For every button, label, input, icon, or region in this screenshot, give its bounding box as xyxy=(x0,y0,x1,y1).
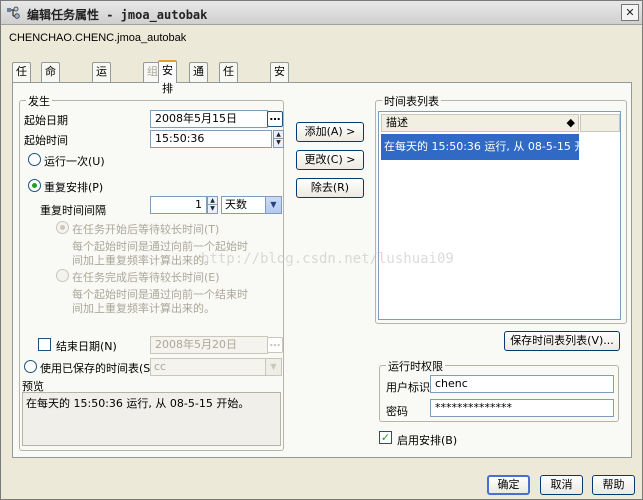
repeat-interval-spinner[interactable]: ▲ ▼ xyxy=(207,196,218,214)
saved-schedule-select[interactable]: cc ▼ xyxy=(150,358,282,376)
end-date-label[interactable]: 结束日期(N) xyxy=(56,338,117,354)
column-header-label: 描述 xyxy=(386,116,408,129)
schedule-list-legend: 时间表列表 xyxy=(382,93,441,109)
wait-after-start-label[interactable]: 在任务开始后等待较长时间(T) xyxy=(72,221,219,237)
run-once-radio[interactable] xyxy=(28,153,41,166)
tab-command-script[interactable]: 命令脚本 xyxy=(41,62,60,132)
start-date-label: 起始日期 xyxy=(24,114,68,127)
user-id-field[interactable]: chenc xyxy=(430,375,614,393)
schedule-list-group: 时间表列表 描述 ◆ 在每天的 15:50:36 运行, 从 08-5-15 开… xyxy=(375,93,627,324)
wait-after-start-desc-line2: 间加上重复频率计算出来的。 xyxy=(72,254,215,267)
start-date-picker-button[interactable]: … xyxy=(267,111,283,127)
spin-up-icon[interactable]: ▲ xyxy=(274,131,283,139)
edit-job-properties-dialog: 编辑任务属性 - jmoa_autobak ✕ CHENCHAO.CHENC.j… xyxy=(0,0,643,500)
chevron-down-icon[interactable]: ▼ xyxy=(265,359,281,375)
password-field[interactable]: ************** xyxy=(430,399,614,417)
wait-after-end-label[interactable]: 在任务完成后等待较长时间(E) xyxy=(72,269,220,285)
schedule-listbox[interactable]: 描述 ◆ 在每天的 15:50:36 运行, 从 08-5-15 开始。 xyxy=(378,111,621,320)
wait-after-end-radio[interactable] xyxy=(56,269,69,282)
job-object-name: CHENCHAO.CHENC.jmoa_autobak xyxy=(9,32,187,44)
job-app-icon xyxy=(7,6,20,19)
tab-security[interactable]: 安全性 xyxy=(270,62,289,114)
tab-schedule[interactable]: 安排 xyxy=(158,60,177,95)
column-header-filler xyxy=(580,114,620,132)
password-label: 密码 xyxy=(386,405,408,418)
save-schedule-list-button[interactable]: 保存时间表列表(V)... xyxy=(504,331,620,351)
wait-after-start-radio[interactable] xyxy=(56,221,69,234)
use-saved-schedule-radio[interactable] xyxy=(24,360,37,373)
spin-down-icon[interactable]: ▼ xyxy=(274,139,283,147)
spin-down-icon[interactable]: ▼ xyxy=(208,205,217,213)
end-date-picker-button[interactable]: … xyxy=(267,337,283,353)
enable-schedule-label[interactable]: 启用安排(B) xyxy=(397,432,457,448)
repeat-unit-value: 天数 xyxy=(225,198,247,211)
watermark-text: http://blog.csdn.net/lushuai09 xyxy=(201,251,454,267)
run-once-label[interactable]: 运行一次(U) xyxy=(44,153,105,169)
start-time-field[interactable]: 15:50:36 xyxy=(150,130,272,148)
wait-after-end-desc-line2: 间加上重复频率计算出来的。 xyxy=(72,302,215,315)
repeat-interval-label: 重复时间间隔 xyxy=(40,204,106,217)
help-button[interactable]: 帮助 xyxy=(592,475,635,495)
chevron-down-icon[interactable]: ▼ xyxy=(265,197,281,213)
repeat-schedule-label[interactable]: 重复安排(P) xyxy=(44,179,103,195)
schedule-list-row[interactable]: 在每天的 15:50:36 运行, 从 08-5-15 开始。 xyxy=(381,134,607,160)
tab-job-actions[interactable]: 任务操作 xyxy=(219,62,238,132)
repeat-interval-field[interactable]: 1 xyxy=(150,196,207,214)
cancel-button[interactable]: 取消 xyxy=(540,475,583,495)
occur-group: 发生 起始日期 2008年5月15日 … 起始时间 15:50:36 ▲ ▼ 运… xyxy=(19,93,284,451)
close-window-button[interactable]: ✕ xyxy=(621,4,639,21)
title-bar[interactable]: 编辑任务属性 - jmoa_autobak ✕ xyxy=(1,1,642,25)
remove-schedule-button[interactable]: 除去(R) xyxy=(296,178,364,198)
spin-up-icon[interactable]: ▲ xyxy=(208,197,217,205)
repeat-unit-select[interactable]: 天数 ▼ xyxy=(221,196,282,214)
start-time-label: 起始时间 xyxy=(24,134,68,147)
change-schedule-button[interactable]: 更改(C) > xyxy=(296,150,364,170)
tab-job[interactable]: 任务 xyxy=(12,62,31,96)
run-as-legend: 运行时权限 xyxy=(386,358,445,374)
sort-icon: ◆ xyxy=(566,116,575,129)
occur-legend: 发生 xyxy=(26,93,52,109)
tab-notification[interactable]: 通知 xyxy=(189,62,208,96)
tab-run-properties[interactable]: 运行属性 xyxy=(92,62,111,132)
saved-schedule-value: cc xyxy=(154,360,167,373)
repeat-schedule-radio[interactable] xyxy=(28,179,41,192)
schedule-tab-panel: 发生 起始日期 2008年5月15日 … 起始时间 15:50:36 ▲ ▼ 运… xyxy=(12,82,632,458)
end-date-field[interactable]: 2008年5月20日 xyxy=(150,336,268,354)
use-saved-schedule-label[interactable]: 使用已保存的时间表(S) xyxy=(40,360,155,376)
close-icon: ✕ xyxy=(625,6,635,19)
column-header-description[interactable]: 描述 ◆ xyxy=(381,114,579,132)
enable-schedule-checkbox[interactable]: ✓ xyxy=(379,431,392,444)
add-schedule-button[interactable]: 添加(A) > xyxy=(296,122,364,142)
start-time-spinner[interactable]: ▲ ▼ xyxy=(273,130,284,148)
user-id-label: 用户标识 xyxy=(386,381,430,394)
ok-button[interactable]: 确定 xyxy=(487,475,530,495)
end-date-checkbox[interactable] xyxy=(38,338,51,351)
window-title: 编辑任务属性 - jmoa_autobak xyxy=(27,8,208,22)
start-date-field[interactable]: 2008年5月15日 xyxy=(150,110,268,128)
preview-box: 在每天的 15:50:36 运行, 从 08-5-15 开始。 xyxy=(22,392,281,446)
run-as-group: 运行时权限 用户标识 chenc 密码 ************** xyxy=(379,358,619,422)
